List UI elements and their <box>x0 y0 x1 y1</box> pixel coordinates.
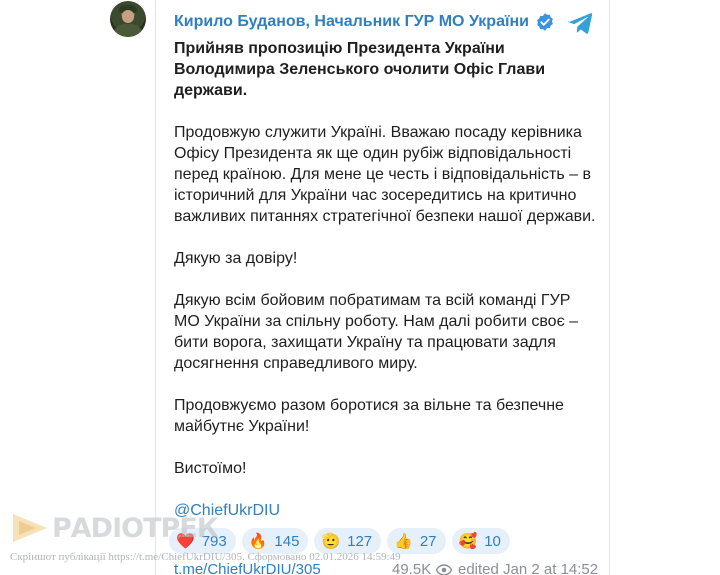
edited-timestamp: edited Jan 2 at 14:52 <box>458 561 599 575</box>
post-footer: t.me/ChiefUkrDIU/305 49.5K edited Jan 2 … <box>174 561 598 575</box>
avatar-body <box>113 24 143 37</box>
verified-icon <box>537 13 553 31</box>
post-paragraph: Дякую всім бойовим побратимам та всій ко… <box>174 292 579 372</box>
eye-icon <box>436 563 453 575</box>
reaction-count: 10 <box>484 532 501 550</box>
salute-icon: 🫡 <box>321 532 341 550</box>
reaction-smiling-hearts[interactable]: 🥰 10 <box>451 528 510 554</box>
view-count: 49.5K <box>392 561 453 575</box>
avatar-face <box>122 10 134 23</box>
smiling-hearts-icon: 🥰 <box>458 532 478 550</box>
author-name[interactable]: Кирило Буданов, Начальник ГУР МО України <box>174 13 529 31</box>
screenshot-note: Скріншот публікації https://t.me/ChiefUk… <box>10 551 401 563</box>
post-paragraph: Продовжую служити Україні. Вважаю посаду… <box>174 124 596 225</box>
reaction-count: 145 <box>274 532 300 550</box>
post-headline: Прийняв пропозицію Президента України Во… <box>174 40 546 99</box>
post-paragraph: Вистоїмо! <box>174 460 247 477</box>
thumbs-up-icon: 👍 <box>394 532 413 550</box>
post-paragraph: Дякую за довіру! <box>174 250 298 267</box>
channel-mention-link[interactable]: @ChiefUkrDIU <box>174 500 599 521</box>
play-logo-icon <box>13 514 47 542</box>
telegram-icon[interactable] <box>567 11 593 35</box>
post-link[interactable]: t.me/ChiefUkrDIU/305 <box>174 561 321 575</box>
reaction-count: 27 <box>419 532 437 550</box>
view-count-value: 49.5K <box>392 561 432 575</box>
avatar[interactable] <box>110 1 146 37</box>
logo-wordmark: РАDIOТРЕК <box>52 512 219 544</box>
post-paragraph: Продовжуємо разом боротися за вільне та … <box>174 397 564 435</box>
post-header: Кирило Буданов, Начальник ГУР МО України <box>174 12 555 32</box>
fire-icon: 🔥 <box>248 532 268 550</box>
post-text: Прийняв пропозицію Президента України Во… <box>174 38 599 521</box>
post-card: Кирило Буданов, Начальник ГУР МО України… <box>155 0 610 575</box>
radiotrek-logo: РАDIOТРЕК <box>10 511 219 545</box>
reaction-count: 127 <box>347 532 373 550</box>
